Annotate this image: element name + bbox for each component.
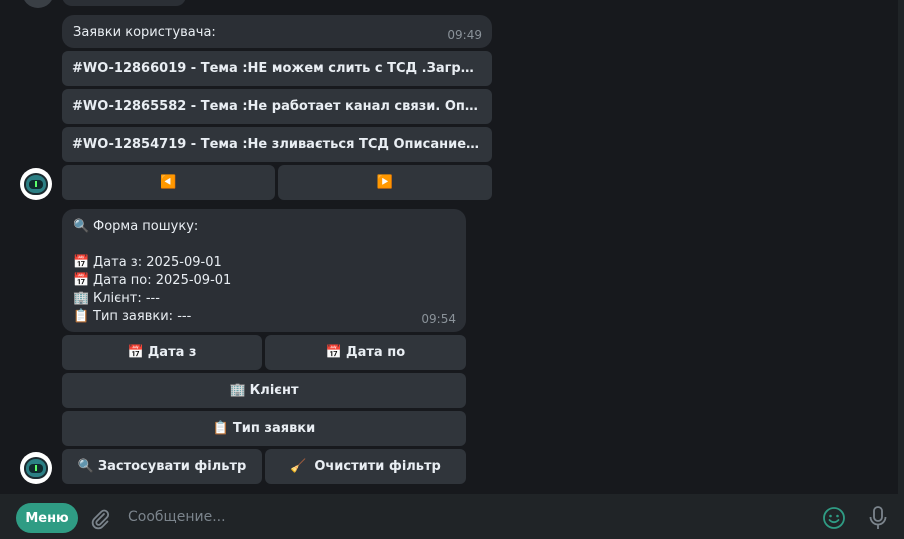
clipboard-icon: 📋 — [73, 309, 90, 324]
robot-icon — [24, 457, 48, 479]
type-line: 📋 Тип заявки: --- — [73, 308, 231, 326]
calendar-icon: 📅 — [127, 345, 144, 360]
date-from-button-label: Дата з — [147, 345, 197, 360]
search-icon: 🔍 — [77, 459, 94, 474]
request-button-2[interactable]: #WO-12865582 - Тема :Не работает канал с… — [62, 89, 492, 124]
clipboard-icon: 📋 — [212, 421, 229, 436]
calendar-icon: 📅 — [325, 345, 343, 360]
paperclip-icon[interactable] — [90, 508, 110, 534]
bot-avatar — [20, 168, 52, 200]
clear-filter-button[interactable]: 🧹 Очистити фільтр — [265, 449, 466, 484]
prev-page-button[interactable]: ◀️ — [62, 165, 275, 200]
request-button-label: #WO-12866019 - Тема :НЕ можем слить с ТС… — [72, 61, 482, 76]
message-time: 09:49 — [447, 28, 482, 42]
bot-avatar-previous — [22, 0, 54, 8]
next-page-button[interactable]: ▶️ — [278, 165, 492, 200]
previous-message-bubble — [62, 0, 186, 6]
building-icon: 🏢 — [73, 291, 90, 306]
prev-arrow-icon: ◀️ — [160, 175, 177, 190]
client-line: 🏢 Клієнт: --- — [73, 290, 231, 308]
date-to-button[interactable]: 📅 Дата по — [265, 335, 466, 370]
date-to-text: Дата по: 2025-09-01 — [93, 273, 232, 288]
date-from-button[interactable]: 📅 Дата з — [62, 335, 262, 370]
date-from-text: Дата з: 2025-09-01 — [93, 255, 222, 270]
clear-filter-label: Очистити фільтр — [314, 459, 441, 474]
search-icon: 🔍 — [73, 219, 90, 234]
calendar-icon: 📅 — [73, 273, 90, 288]
search-form-title: Форма пошуку: — [93, 219, 199, 234]
type-text: Тип заявки: --- — [93, 309, 192, 324]
bot-avatar — [20, 452, 52, 484]
building-icon: 🏢 — [229, 383, 246, 398]
date-to-line: 📅 Дата по: 2025-09-01 — [73, 272, 231, 290]
search-form-message: 🔍 Форма пошуку: 📅 Дата з: 2025-09-01 📅 Д… — [62, 209, 466, 332]
message-composer: Меню Сообщение... — [0, 494, 904, 539]
request-button-label: #WO-12865582 - Тема :Не работает канал с… — [72, 99, 482, 114]
message-time: 09:54 — [421, 312, 456, 326]
client-button-label: Клієнт — [249, 383, 299, 398]
apply-filter-button[interactable]: 🔍 Застосувати фільтр — [62, 449, 262, 484]
chat-area: Заявки користувача: 09:49 #WO-12866019 -… — [0, 0, 904, 494]
client-text: Клієнт: --- — [93, 291, 160, 306]
request-type-button[interactable]: 📋 Тип заявки — [62, 411, 466, 446]
requests-title: Заявки користувача: — [73, 25, 216, 40]
calendar-icon: 📅 — [73, 255, 90, 270]
microphone-icon[interactable] — [868, 505, 888, 535]
broom-icon: 🧹 — [290, 459, 307, 474]
robot-icon — [24, 173, 48, 195]
menu-button[interactable]: Меню — [16, 503, 78, 533]
next-arrow-icon: ▶️ — [376, 175, 394, 190]
request-button-1[interactable]: #WO-12866019 - Тема :НЕ можем слить с ТС… — [62, 51, 492, 86]
request-button-label: #WO-12854719 - Тема :Не зливається ТСД О… — [72, 137, 482, 152]
client-button[interactable]: 🏢 Клієнт — [62, 373, 466, 408]
date-from-line: 📅 Дата з: 2025-09-01 — [73, 254, 231, 272]
message-input[interactable]: Сообщение... — [128, 509, 226, 525]
date-to-button-label: Дата по — [346, 345, 406, 360]
request-type-button-label: Тип заявки — [232, 421, 316, 436]
request-button-3[interactable]: #WO-12854719 - Тема :Не зливається ТСД О… — [62, 127, 492, 162]
emoji-icon[interactable] — [822, 506, 846, 534]
search-form-title-line: 🔍 Форма пошуку: — [73, 218, 231, 236]
apply-filter-label: Застосувати фільтр — [97, 459, 247, 474]
requests-message: Заявки користувача: 09:49 — [62, 15, 492, 48]
